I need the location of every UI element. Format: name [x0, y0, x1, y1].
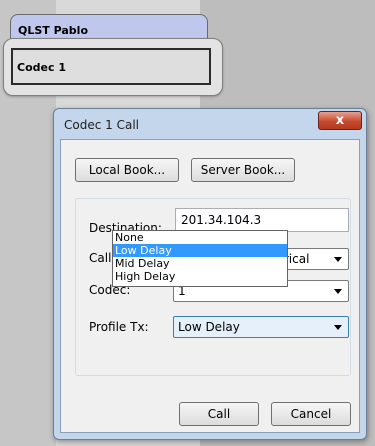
- destination-input[interactable]: 201.34.104.3: [175, 208, 349, 232]
- close-button[interactable]: x: [318, 111, 362, 130]
- profile-tx-select[interactable]: Low Delay: [173, 316, 349, 338]
- dialog-title: Codec 1 Call: [64, 118, 139, 132]
- close-icon: x: [335, 113, 345, 128]
- profile-option-high-delay[interactable]: High Delay: [113, 270, 287, 283]
- profile-option-low-delay[interactable]: Low Delay: [113, 244, 287, 257]
- codec-1-label: Codec 1: [17, 61, 66, 74]
- server-book-button[interactable]: Server Book...: [191, 158, 295, 182]
- codec-1-box[interactable]: Codec 1: [11, 48, 211, 85]
- window-title: QLST Pablo: [18, 24, 89, 37]
- call-button[interactable]: Call: [179, 402, 259, 426]
- cancel-button[interactable]: Cancel: [271, 402, 351, 426]
- chevron-down-icon: [334, 257, 342, 262]
- profile-tx-value: Low Delay: [178, 320, 240, 334]
- profile-tx-label: Profile Tx:: [89, 320, 149, 334]
- local-book-button[interactable]: Local Book...: [75, 158, 179, 182]
- chevron-down-icon: [334, 289, 342, 294]
- profile-option-none[interactable]: None: [113, 231, 287, 244]
- profile-tx-dropdown: None Low Delay Mid Delay High Delay: [112, 230, 288, 287]
- profile-option-mid-delay[interactable]: Mid Delay: [113, 257, 287, 270]
- chevron-down-icon: [334, 325, 342, 330]
